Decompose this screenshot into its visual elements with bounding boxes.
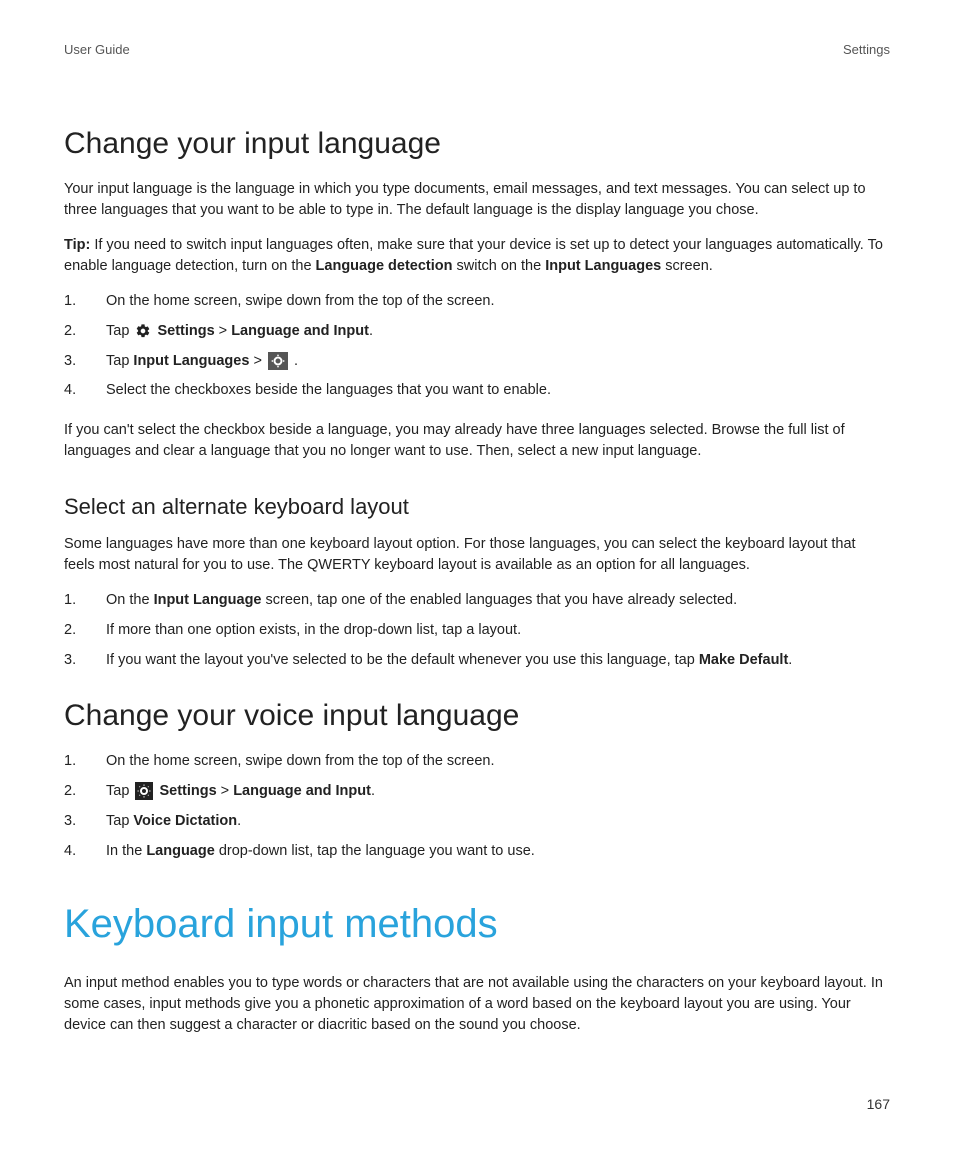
heading-select-alternate-layout: Select an alternate keyboard layout xyxy=(64,494,890,520)
step-item: In the Language drop-down list, tap the … xyxy=(64,841,890,863)
heading-keyboard-input-methods: Keyboard input methods xyxy=(64,902,890,947)
bold-text: Make Default xyxy=(699,652,788,668)
bold-text: Input Languages xyxy=(133,353,249,369)
text: > xyxy=(215,323,232,339)
bold-text: Language detection xyxy=(316,258,453,274)
bold-text: Input Languages xyxy=(545,258,661,274)
text: . xyxy=(788,652,792,668)
step-item: On the home screen, swipe down from the … xyxy=(64,751,890,773)
settings-gear-icon xyxy=(135,782,153,800)
step-item: Select the checkboxes beside the languag… xyxy=(64,380,890,402)
text: . xyxy=(371,783,375,799)
text: switch on the xyxy=(453,258,546,274)
text: Tap xyxy=(106,323,133,339)
text: > xyxy=(249,353,266,369)
text: screen. xyxy=(661,258,713,274)
bold-text: Language xyxy=(146,843,214,859)
text: . xyxy=(237,813,241,829)
step-item: Tap Voice Dictation. xyxy=(64,811,890,833)
steps-list: On the Input Language screen, tap one of… xyxy=(64,590,890,671)
bold-text: Settings xyxy=(159,783,216,799)
text: In the xyxy=(106,843,146,859)
header-right: Settings xyxy=(843,42,890,57)
step-item: Tap Input Languages > . xyxy=(64,351,890,373)
settings-gear-icon xyxy=(135,323,151,339)
step-item: On the home screen, swipe down from the … xyxy=(64,291,890,313)
overflow-settings-icon xyxy=(268,352,288,370)
text: On the xyxy=(106,592,154,608)
text: Tap xyxy=(106,353,133,369)
bold-text: Voice Dictation xyxy=(133,813,237,829)
paragraph: If you can't select the checkbox beside … xyxy=(64,420,890,462)
bold-text: Settings xyxy=(157,323,214,339)
paragraph: Your input language is the language in w… xyxy=(64,179,890,221)
step-item: On the Input Language screen, tap one of… xyxy=(64,590,890,612)
steps-list: On the home screen, swipe down from the … xyxy=(64,751,890,862)
text: If you want the layout you've selected t… xyxy=(106,652,699,668)
step-item: If you want the layout you've selected t… xyxy=(64,650,890,672)
tip-label: Tip: xyxy=(64,237,90,253)
step-item: Tap Settings > Language and Input. xyxy=(64,321,890,343)
text: screen, tap one of the enabled languages… xyxy=(262,592,738,608)
text: drop-down list, tap the language you wan… xyxy=(215,843,535,859)
paragraph: An input method enables you to type word… xyxy=(64,973,890,1036)
bold-text: Language and Input xyxy=(231,323,369,339)
tip-paragraph: Tip: If you need to switch input languag… xyxy=(64,235,890,277)
page-number: 167 xyxy=(64,1096,890,1112)
text: . xyxy=(369,323,373,339)
bold-text: Language and Input xyxy=(233,783,371,799)
text: Tap xyxy=(106,783,133,799)
text: > xyxy=(217,783,234,799)
step-item: If more than one option exists, in the d… xyxy=(64,620,890,642)
text: Tap xyxy=(106,813,133,829)
text: . xyxy=(290,353,298,369)
page-header: User Guide Settings xyxy=(64,42,890,57)
heading-change-voice-input-language: Change your voice input language xyxy=(64,699,890,733)
paragraph: Some languages have more than one keyboa… xyxy=(64,534,890,576)
bold-text: Input Language xyxy=(154,592,262,608)
steps-list: On the home screen, swipe down from the … xyxy=(64,291,890,402)
header-left: User Guide xyxy=(64,42,130,57)
heading-change-input-language: Change your input language xyxy=(64,127,890,161)
step-item: Tap Settings > Language and Input. xyxy=(64,781,890,803)
